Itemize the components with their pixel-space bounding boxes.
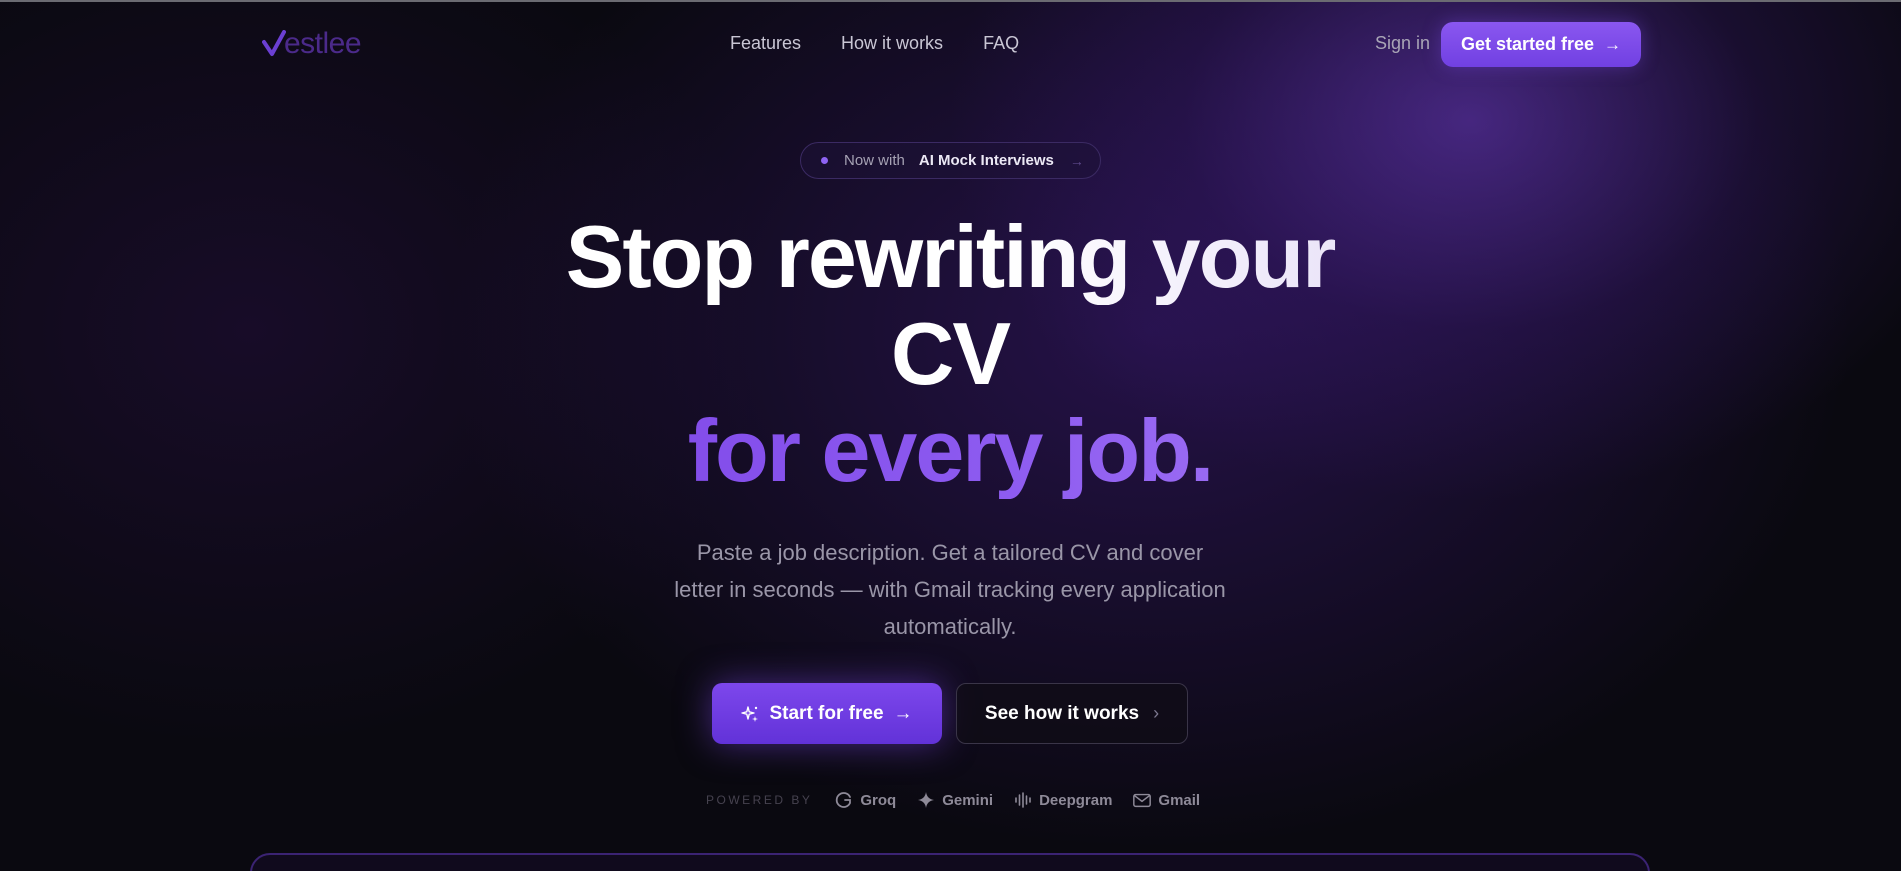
arrow-right-icon: → [893,702,913,724]
logo-text: estlee [284,27,362,60]
powered-by-row: POWERED BY Groq Gemini Deepgram Gmail [706,788,1220,812]
badge-prefix: Now with [844,152,905,169]
hero-subtitle: Paste a job description. Get a tailored … [674,540,1226,639]
nav-link-features[interactable]: Features [730,33,801,54]
partner-name: Deepgram [1039,791,1113,809]
get-started-button[interactable]: Get started free → [1441,22,1641,67]
partner-gmail: Gmail [1132,790,1200,810]
start-for-free-label: Start for free [769,702,884,724]
groq-icon [836,792,852,808]
arrow-right-icon: → [1604,34,1622,54]
logo[interactable]: estlee [262,26,362,62]
badge-dot-icon [821,157,828,164]
announcement-badge[interactable]: Now with AI Mock Interviews → [800,142,1101,179]
headline-line-3: for every job. [450,402,1450,499]
hero-headline: Stop rewriting your CV for every job. [450,208,1450,499]
partner-name: Gmail [1158,791,1201,809]
arrow-right-icon: → [1069,152,1084,169]
nav-link-how-it-works[interactable]: How it works [841,33,943,54]
powered-by-label: POWERED BY [706,793,813,807]
gemini-icon [918,792,935,808]
landing-page: estlee Features How it works FAQ Sign in… [0,0,1901,871]
nav-link-faq[interactable]: FAQ [983,33,1019,54]
get-started-label: Get started free [1460,34,1595,54]
badge-feature: AI Mock Interviews [918,152,1054,169]
preview-card-top-edge [250,853,1650,871]
chevron-right-icon: › [1153,703,1160,723]
checkmark-logo-icon [262,30,286,56]
partner-gemini: Gemini [916,790,993,810]
start-for-free-button[interactable]: Start for free → [712,683,942,744]
partner-name: Gemini [942,791,994,809]
main-nav: Features How it works FAQ [730,33,1019,54]
sign-in-link[interactable]: Sign in [1375,33,1430,54]
sparkles-icon [741,705,759,722]
window-top-border [0,0,1901,2]
gmail-icon [1133,793,1152,808]
partner-deepgram: Deepgram [1013,790,1112,810]
headline-line-2: CV [890,304,1011,403]
see-how-it-works-label: See how it works [984,702,1140,724]
deepgram-icon [1015,792,1031,808]
partner-groq: Groq [834,790,896,810]
see-how-it-works-button[interactable]: See how it works › [956,683,1188,744]
partner-name: Groq [860,791,897,809]
headline-line-1: Stop rewriting your [450,208,1450,305]
